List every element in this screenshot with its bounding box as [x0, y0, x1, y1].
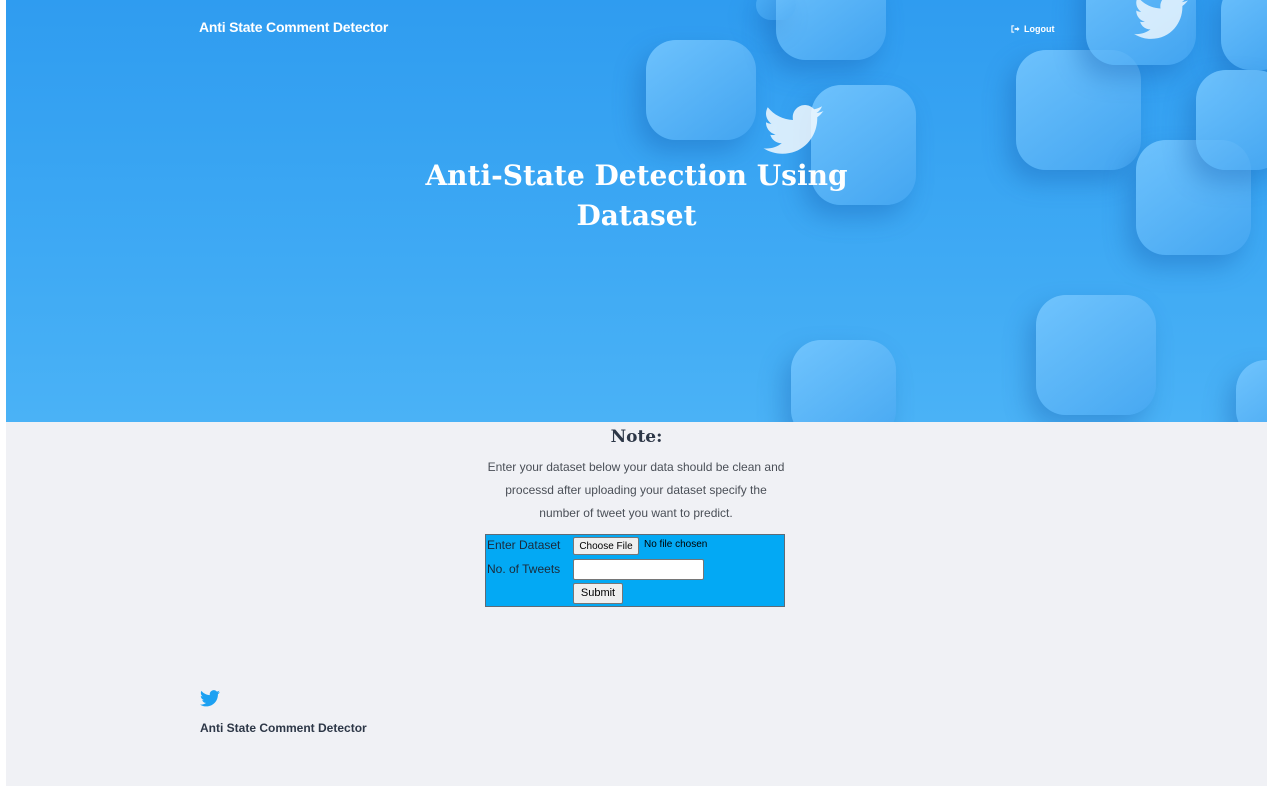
decorative-tile	[1236, 360, 1267, 422]
logout-button[interactable]: Logout	[1011, 24, 1055, 34]
decorative-tile	[756, 0, 796, 20]
decorative-tile	[1036, 295, 1156, 415]
brand-link[interactable]: Anti State Comment Detector	[199, 19, 388, 35]
decorative-tile	[1196, 70, 1267, 170]
file-status-text: No file chosen	[644, 539, 708, 550]
page: Anti State Comment Detector Logout Anti-…	[0, 0, 1267, 786]
note-text-line-3: number of tweet you want to predict.	[539, 506, 733, 520]
page-title-line-1: Anti-State Detection Using	[425, 159, 848, 192]
upload-form: Enter Dataset Choose File No file chosen…	[485, 534, 785, 607]
twitter-bird-icon	[200, 690, 220, 707]
dataset-label: Enter Dataset	[487, 538, 561, 552]
logout-label: Logout	[1024, 24, 1055, 34]
note-text-line-1: Enter your dataset below your data shoul…	[487, 460, 785, 474]
footer-brand: Anti State Comment Detector	[200, 721, 367, 735]
page-title: Anti-State Detection Using Dataset	[6, 156, 1267, 236]
note-text-line-2: processd after uploading your dataset sp…	[505, 483, 767, 497]
note-text: Enter your dataset below your data shoul…	[456, 456, 816, 525]
page-title-line-2: Dataset	[576, 199, 697, 232]
decorative-tile	[646, 40, 756, 140]
hero-banner: Anti State Comment Detector Logout Anti-…	[6, 0, 1267, 422]
tweets-count-input[interactable]	[573, 559, 704, 580]
decorative-bird-icon	[1134, 0, 1188, 39]
submit-button[interactable]: Submit	[573, 583, 623, 604]
decorative-tile	[791, 340, 896, 422]
decorative-bird-icon	[763, 105, 824, 154]
main-content: Note: Enter your dataset below your data…	[6, 422, 1267, 786]
tweets-label: No. of Tweets	[487, 562, 561, 576]
note-title: Note:	[610, 427, 663, 447]
decorative-tile	[1221, 0, 1267, 70]
logout-icon	[1011, 25, 1020, 33]
decorative-tile	[1016, 50, 1141, 170]
choose-file-button[interactable]: Choose File	[573, 537, 639, 555]
